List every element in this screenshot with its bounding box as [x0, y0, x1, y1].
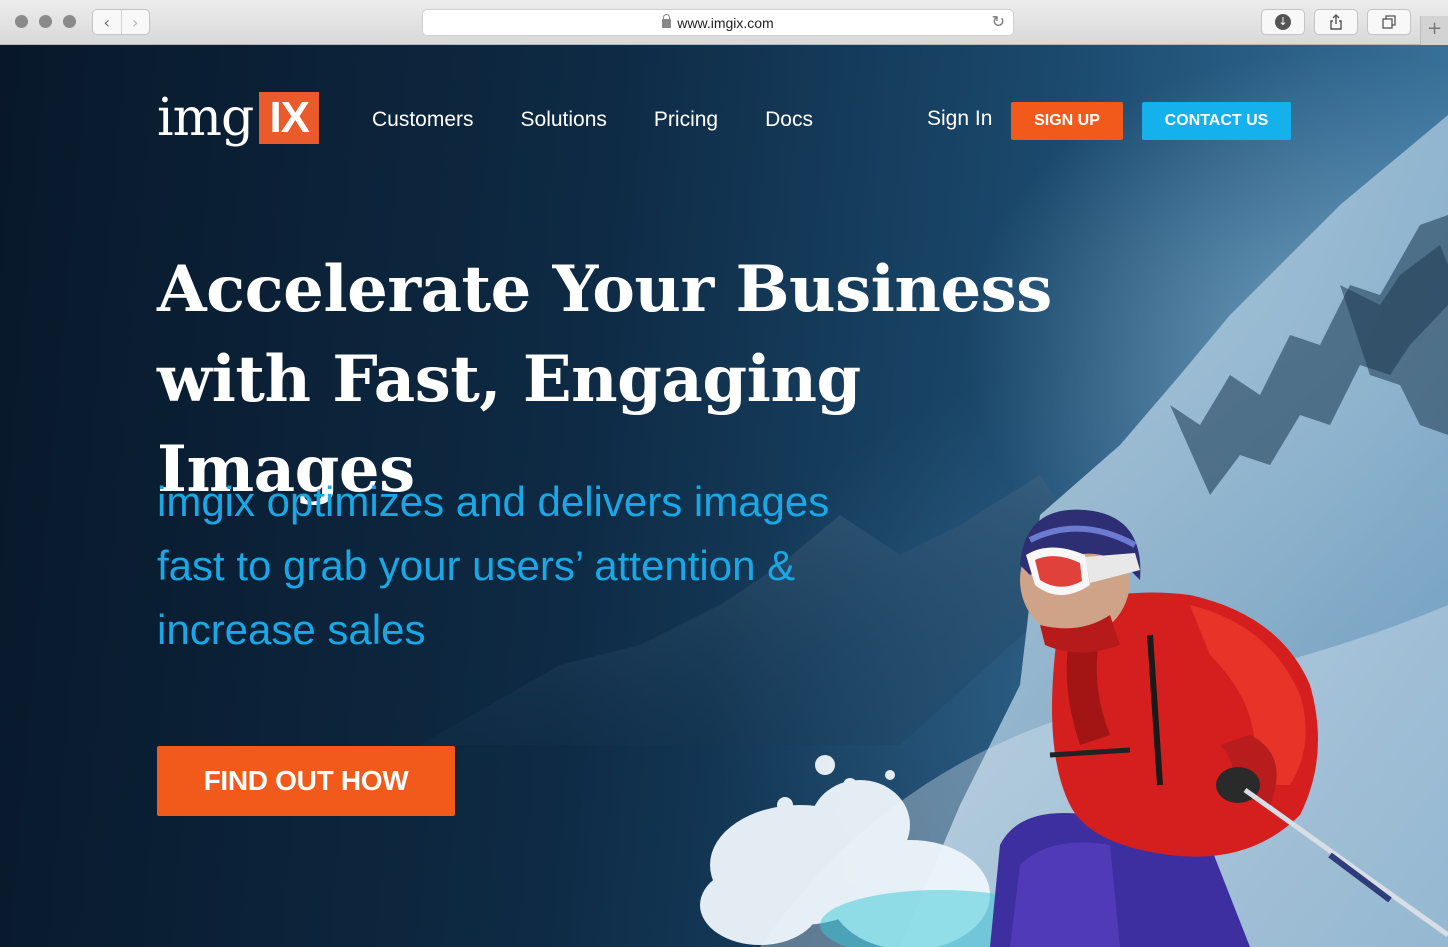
sign-up-button[interactable]: SIGN UP: [1011, 102, 1123, 140]
history-nav: ‹ ›: [92, 9, 150, 35]
url-text: www.imgix.com: [677, 14, 774, 31]
share-icon: [1330, 14, 1342, 30]
share-button[interactable]: [1314, 9, 1358, 35]
plus-icon: +: [1426, 18, 1443, 39]
new-tab-button[interactable]: +: [1420, 16, 1448, 45]
reload-icon[interactable]: ↻: [992, 12, 1005, 31]
close-window-button[interactable]: [15, 15, 28, 28]
imgix-logo[interactable]: img IX: [157, 88, 320, 148]
nav-solutions[interactable]: Solutions: [521, 108, 607, 132]
nav-docs[interactable]: Docs: [765, 108, 813, 132]
sign-in-link[interactable]: Sign In: [927, 107, 992, 131]
find-out-how-button[interactable]: FIND OUT HOW: [157, 746, 455, 816]
zoom-window-button[interactable]: [63, 15, 76, 28]
main-nav: Customers Solutions Pricing Docs: [372, 108, 860, 132]
download-icon: ↓: [1275, 14, 1291, 30]
nav-pricing[interactable]: Pricing: [654, 108, 718, 132]
headline-line-1: Accelerate Your Business: [157, 252, 1052, 327]
lock-icon: [662, 14, 672, 28]
forward-button[interactable]: ›: [120, 10, 150, 34]
contact-us-button[interactable]: CONTACT US: [1142, 102, 1291, 140]
hero-section: img IX Customers Solutions Pricing Docs …: [0, 45, 1448, 947]
tabs-icon: [1382, 15, 1396, 29]
tabs-overview-button[interactable]: [1367, 9, 1411, 35]
logo-wordmark: img: [157, 88, 254, 148]
address-bar[interactable]: www.imgix.com ↻: [422, 9, 1014, 36]
browser-toolbar: ‹ › www.imgix.com ↻ ↓ +: [0, 0, 1448, 45]
minimize-window-button[interactable]: [39, 15, 52, 28]
nav-customers[interactable]: Customers: [372, 108, 474, 132]
skier-image: [700, 509, 1448, 947]
back-button[interactable]: ‹: [93, 10, 121, 34]
chevron-right-icon: ›: [132, 12, 139, 32]
downloads-button[interactable]: ↓: [1261, 9, 1305, 35]
chevron-left-icon: ‹: [103, 12, 110, 32]
logo-ix-box: IX: [259, 92, 320, 144]
